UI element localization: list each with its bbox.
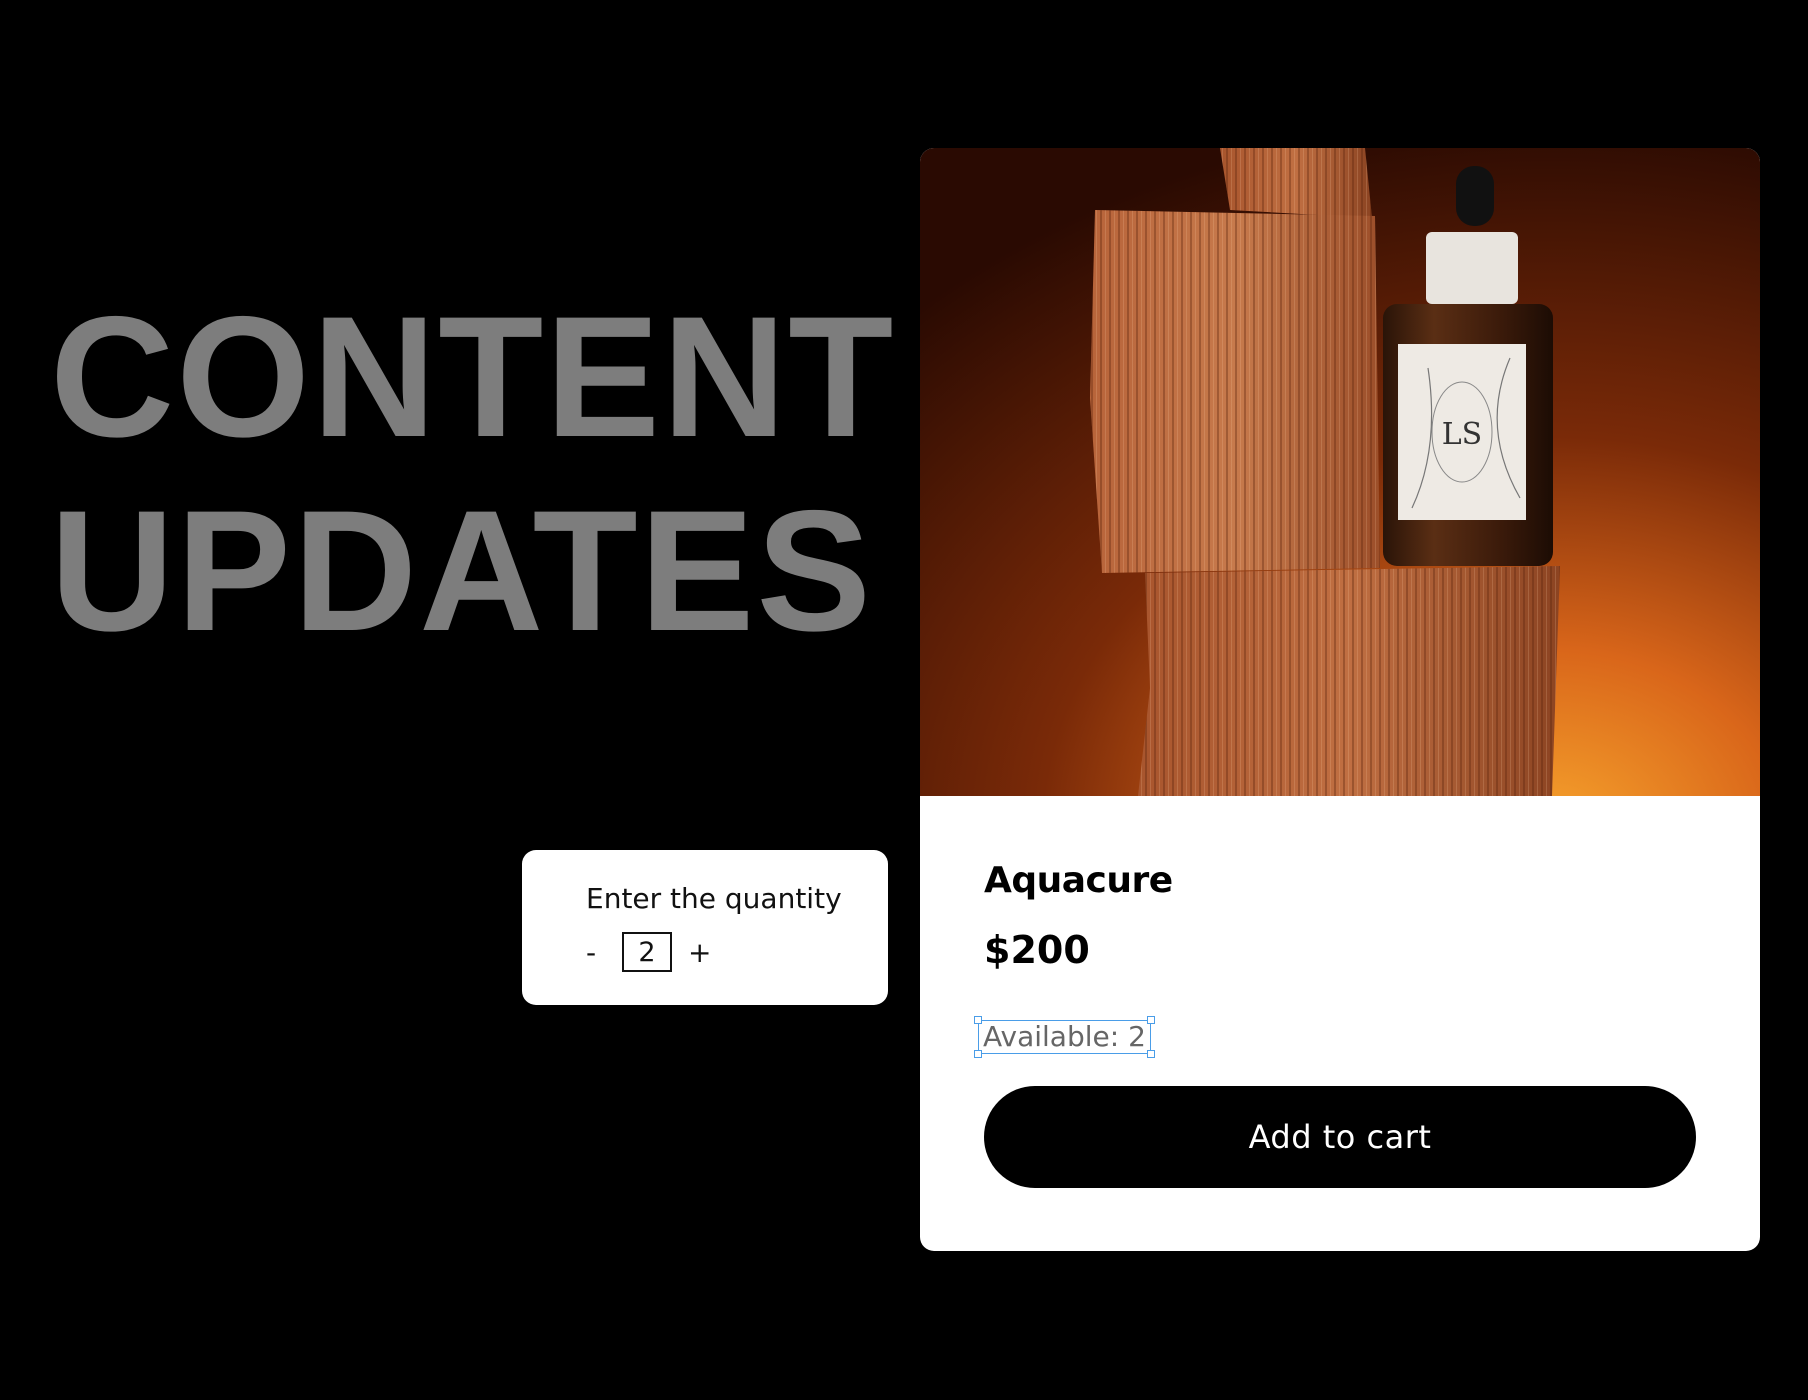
quantity-card: Enter the quantity - 2 + [522, 850, 888, 1005]
headline-line-1: CONTENT [50, 281, 896, 473]
headline-line-2: UPDATES [50, 475, 874, 667]
product-name: Aquacure [984, 860, 1173, 901]
add-to-cart-button[interactable]: Add to cart [984, 1086, 1696, 1188]
quantity-stepper: - 2 + [586, 932, 711, 972]
quantity-label: Enter the quantity [586, 882, 842, 915]
product-image: LS [920, 148, 1760, 796]
decrement-button[interactable]: - [586, 936, 608, 969]
selection-handle[interactable] [974, 1050, 982, 1058]
availability-selection: Available: 2 [974, 1016, 1155, 1058]
bottle-label-monogram: LS [1442, 417, 1482, 452]
selection-handle[interactable] [974, 1016, 982, 1024]
headline: CONTENT UPDATES [50, 280, 895, 668]
product-card: LS Aquacure $200 Available: 2 Add to car… [920, 148, 1760, 1251]
availability-text: Available: 2 [983, 1020, 1146, 1053]
selection-handle[interactable] [1146, 1050, 1155, 1058]
increment-button[interactable]: + [688, 936, 711, 969]
selection-handle[interactable] [1146, 1016, 1155, 1024]
quantity-input[interactable]: 2 [622, 932, 672, 972]
product-price: $200 [984, 928, 1090, 972]
